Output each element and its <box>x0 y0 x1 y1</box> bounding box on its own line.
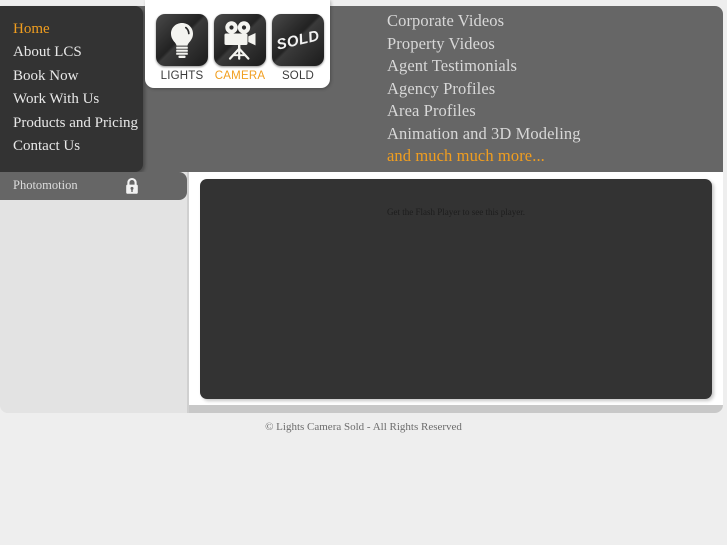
service-item-more: and much much more... <box>387 146 545 165</box>
page-shell: Corporate Videos Property Videos Agent T… <box>0 0 727 437</box>
nav-item-about-lcs[interactable]: About LCS <box>13 41 143 64</box>
lightbulb-icon <box>156 14 208 66</box>
nav-item-products-and-pricing[interactable]: Products and Pricing <box>13 112 143 135</box>
tab-camera-label: CAMERA <box>214 70 266 82</box>
footer: © Lights Camera Sold - All Rights Reserv… <box>0 413 727 545</box>
tab-lights[interactable]: LIGHTS <box>156 14 208 82</box>
shell-bottom-bar <box>189 405 723 413</box>
lock-icon <box>124 177 140 195</box>
service-item: Agent Testimonials <box>387 56 518 75</box>
tab-sold-label: SOLD <box>281 70 315 82</box>
photomotion-label: Photomotion <box>13 178 78 192</box>
services-list: Corporate Videos Property Videos Agent T… <box>387 10 717 168</box>
nav-item-home[interactable]: Home <box>13 18 143 41</box>
service-item: Area Profiles <box>387 101 476 120</box>
sold-stamp-text: SOLD <box>274 26 322 54</box>
photomotion-bar[interactable]: Photomotion <box>0 172 187 200</box>
nav-list: Home About LCS Book Now Work With Us Pro… <box>0 6 143 158</box>
main-navigation: Home About LCS Book Now Work With Us Pro… <box>0 6 143 172</box>
shell-bottom-left <box>0 405 187 413</box>
flash-player-placeholder[interactable]: Get the Flash Player to see this player. <box>200 179 712 399</box>
category-tabs: LIGHTS CAMERA SOLD SOLD <box>145 0 330 88</box>
content-panel: Get the Flash Player to see this player. <box>189 172 723 413</box>
service-item: Agency Profiles <box>387 78 496 98</box>
nav-item-book-now[interactable]: Book Now <box>13 65 143 88</box>
service-item: Animation and 3D Modeling <box>387 123 581 143</box>
sold-stamp-icon: SOLD <box>272 14 324 66</box>
flash-player-message: Get the Flash Player to see this player. <box>387 207 525 217</box>
left-column <box>0 172 187 413</box>
tab-sold[interactable]: SOLD SOLD <box>272 14 324 82</box>
tab-lights-label: LIGHTS <box>160 70 204 82</box>
tab-camera[interactable]: CAMERA <box>214 14 266 82</box>
footer-copyright: © Lights Camera Sold - All Rights Reserv… <box>265 421 462 433</box>
movie-camera-icon <box>214 14 266 66</box>
nav-item-work-with-us[interactable]: Work With Us <box>13 88 143 111</box>
page-root: Corporate Videos Property Videos Agent T… <box>0 0 727 545</box>
service-item: Property Videos <box>387 33 495 53</box>
nav-item-contact-us[interactable]: Contact Us <box>13 135 143 158</box>
service-item: Corporate Videos <box>387 11 505 30</box>
